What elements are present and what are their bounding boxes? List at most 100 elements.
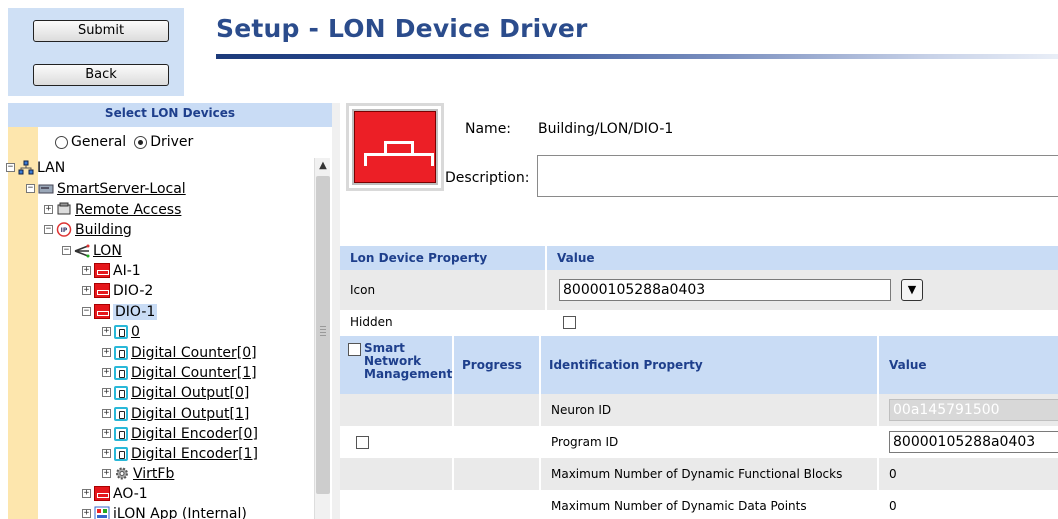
tree-item-label: LON bbox=[93, 242, 122, 259]
expand-icon[interactable]: + bbox=[102, 348, 111, 357]
max-data-points-value: 0 bbox=[889, 499, 897, 513]
server-icon bbox=[38, 184, 54, 194]
tree-item-label: AI-1 bbox=[113, 262, 141, 279]
expand-icon[interactable]: + bbox=[44, 205, 53, 214]
icon-id-input[interactable]: 80000105288a0403 bbox=[559, 279, 891, 301]
tree-item-virtfb[interactable]: + VirtFb bbox=[102, 464, 174, 483]
collapse-icon[interactable]: − bbox=[44, 225, 53, 234]
tree-item-label: Digital Encoder[1] bbox=[131, 445, 258, 462]
description-label: Description: bbox=[445, 170, 530, 186]
identification-header-row: Smart Network Management Progress Identi… bbox=[340, 336, 1058, 394]
tree-item-remote-access[interactable]: + Remote Access bbox=[44, 200, 181, 219]
device-large-icon bbox=[352, 109, 438, 185]
back-button[interactable]: Back bbox=[33, 64, 169, 86]
tree-item-label: 0 bbox=[131, 323, 140, 340]
back-button-container: Back bbox=[8, 52, 184, 96]
expand-icon[interactable]: + bbox=[82, 509, 91, 518]
functional-block-icon bbox=[114, 385, 128, 400]
page-title: Setup - LON Device Driver bbox=[216, 14, 588, 43]
tree-item-dio-1[interactable]: − DIO-1 bbox=[82, 302, 158, 321]
tree-item-label: Digital Encoder[0] bbox=[131, 425, 258, 442]
driver-radio[interactable] bbox=[134, 135, 148, 149]
tree-item-ai-1[interactable]: + AI-1 bbox=[82, 261, 141, 280]
identification-property-column-header: Identification Property bbox=[541, 336, 879, 394]
expand-icon[interactable]: + bbox=[102, 368, 111, 377]
tree-item-digital-encoder-0[interactable]: + Digital Encoder[0] bbox=[102, 424, 258, 443]
expand-icon[interactable]: + bbox=[82, 489, 91, 498]
collapse-icon[interactable]: − bbox=[6, 163, 15, 172]
max-dp-progress-cell bbox=[454, 490, 541, 519]
functional-block-icon bbox=[114, 345, 128, 360]
general-radio[interactable] bbox=[55, 135, 68, 149]
device-icon bbox=[94, 304, 110, 319]
tree-item-label: Digital Output[1] bbox=[131, 405, 250, 422]
max-fb-smart-cell bbox=[340, 458, 454, 490]
tree-item-fb-0[interactable]: + 0 bbox=[102, 322, 140, 341]
tree-item-digital-counter-1[interactable]: + Digital Counter[1] bbox=[102, 363, 257, 382]
tree-item-ilon-app[interactable]: + iLON App (Internal) bbox=[82, 504, 247, 519]
description-field[interactable] bbox=[537, 155, 1058, 197]
tree-item-lan[interactable]: − LAN bbox=[6, 158, 65, 177]
neuron-id-row: Neuron ID 00a145791500 bbox=[340, 394, 1058, 426]
program-id-progress-cell bbox=[454, 426, 541, 458]
max-data-points-row: Maximum Number of Dynamic Data Points 0 bbox=[340, 490, 1058, 519]
tree-item-lon[interactable]: − LON bbox=[62, 241, 122, 260]
expand-icon[interactable]: + bbox=[102, 449, 111, 458]
tree-panel-heading: Select LON Devices bbox=[8, 103, 332, 127]
hidden-property-row: Hidden bbox=[340, 310, 1058, 334]
tree-item-digital-encoder-1[interactable]: + Digital Encoder[1] bbox=[102, 444, 258, 463]
max-functional-blocks-label: Maximum Number of Dynamic Functional Blo… bbox=[541, 458, 879, 490]
smart-network-management-checkbox[interactable] bbox=[348, 343, 361, 356]
scroll-thumb[interactable] bbox=[316, 176, 330, 494]
progress-column-header: Progress bbox=[454, 336, 541, 394]
functional-block-icon bbox=[114, 426, 128, 441]
tree-item-building[interactable]: − IP Building bbox=[44, 220, 132, 239]
driver-radio-label: Driver bbox=[150, 134, 194, 150]
tree-item-dio-2[interactable]: + DIO-2 bbox=[82, 281, 153, 300]
expand-icon[interactable]: + bbox=[82, 286, 91, 295]
expand-icon[interactable]: + bbox=[102, 469, 111, 478]
max-data-points-label: Maximum Number of Dynamic Data Points bbox=[541, 490, 879, 519]
value-column-header: Value bbox=[547, 246, 1058, 270]
max-fb-progress-cell bbox=[454, 458, 541, 490]
tree-item-label: DIO-2 bbox=[113, 282, 154, 299]
hidden-checkbox[interactable] bbox=[563, 315, 576, 329]
tree-item-label: Building bbox=[75, 221, 132, 238]
general-radio-label: General bbox=[71, 134, 127, 150]
hidden-property-label: Hidden bbox=[340, 310, 547, 334]
name-value: Building/LON/DIO-1 bbox=[538, 121, 674, 137]
expand-icon[interactable]: + bbox=[102, 388, 111, 397]
svg-text:IP: IP bbox=[61, 227, 68, 234]
expand-icon[interactable]: + bbox=[102, 327, 111, 336]
device-icon bbox=[94, 263, 110, 278]
tree-scrollbar[interactable]: ▲ bbox=[314, 158, 330, 519]
tree-item-label: Digital Counter[1] bbox=[131, 364, 257, 381]
tree-item-digital-output-0[interactable]: + Digital Output[0] bbox=[102, 383, 249, 402]
submit-button[interactable]: Submit bbox=[33, 20, 169, 42]
program-id-checkbox[interactable] bbox=[356, 435, 369, 449]
tree-item-digital-counter-0[interactable]: + Digital Counter[0] bbox=[102, 343, 257, 362]
expand-icon[interactable]: + bbox=[102, 409, 111, 418]
neuron-id-progress-cell bbox=[454, 394, 541, 426]
device-icon bbox=[94, 283, 110, 298]
program-id-input[interactable]: 80000105288a0403 bbox=[889, 431, 1058, 453]
lon-channel-icon bbox=[74, 244, 90, 258]
tree-item-smartserver-local[interactable]: − SmartServer-Local bbox=[26, 179, 186, 198]
icon-property-label: Icon bbox=[340, 270, 547, 310]
tree-item-ao-1[interactable]: + AO-1 bbox=[82, 484, 148, 503]
tree-item-digital-output-1[interactable]: + Digital Output[1] bbox=[102, 404, 249, 423]
device-detail-panel: Name: Building/LON/DIO-1 Description: Lo… bbox=[332, 103, 1058, 519]
program-id-label: Program ID bbox=[541, 426, 879, 458]
smart-network-management-header: Smart Network Management bbox=[340, 336, 454, 394]
collapse-icon[interactable]: − bbox=[26, 184, 35, 193]
scroll-up-arrow-icon[interactable]: ▲ bbox=[315, 158, 331, 174]
smart-network-management-label: Smart Network Management bbox=[364, 341, 453, 381]
device-tree-panel: Select LON Devices General Driver − LAN … bbox=[0, 103, 332, 519]
expand-icon[interactable]: + bbox=[102, 429, 111, 438]
collapse-icon[interactable]: − bbox=[82, 307, 91, 316]
icon-property-value-cell: 80000105288a0403 ▼ bbox=[547, 270, 1058, 310]
expand-icon[interactable]: + bbox=[82, 266, 91, 275]
chevron-down-icon[interactable]: ▼ bbox=[901, 279, 923, 301]
collapse-icon[interactable]: − bbox=[62, 246, 71, 255]
icon-property-row: Icon 80000105288a0403 ▼ bbox=[340, 270, 1058, 310]
